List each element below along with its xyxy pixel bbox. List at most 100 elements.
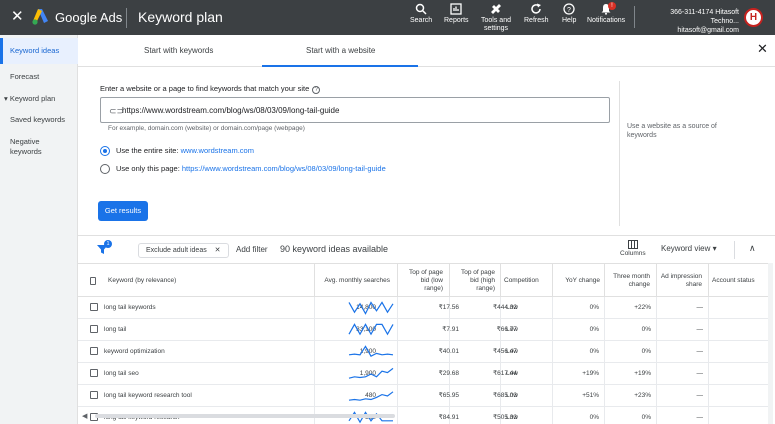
header-bid-low[interactable]: Top of page bid (low range) bbox=[397, 264, 447, 298]
header-account-status[interactable]: Account status bbox=[708, 264, 768, 298]
cell-impression-share: — bbox=[696, 370, 704, 377]
website-url-field[interactable]: ⊂⊃ https://www.wordstream.com/blog/ws/08… bbox=[100, 97, 610, 123]
checkbox-icon bbox=[90, 347, 98, 356]
cell-keyword: long tail keywords bbox=[104, 304, 156, 311]
select-all-checkbox[interactable] bbox=[86, 264, 100, 298]
header-yoy[interactable]: YoY change bbox=[552, 264, 604, 298]
sidebar: Keyword ideas Forecast ▾ Keyword plan Sa… bbox=[0, 35, 78, 424]
header-three-month[interactable]: Three month change bbox=[604, 264, 654, 298]
example-hint: For example, domain.com (website) or dom… bbox=[108, 125, 305, 132]
sidebar-item-keyword-ideas[interactable]: Keyword ideas bbox=[0, 38, 78, 64]
notifications-tool[interactable]: ! Notifications bbox=[587, 2, 626, 25]
chip-label: Exclude adult ideas bbox=[146, 247, 207, 254]
cell-impression-share: — bbox=[696, 326, 704, 333]
option-entire-site[interactable]: Use the entire site: www.wordstream.com bbox=[100, 146, 254, 157]
reports-tool[interactable]: Reports bbox=[444, 3, 469, 25]
horizontal-scrollbar[interactable] bbox=[95, 414, 395, 418]
help-icon[interactable]: ? bbox=[312, 86, 321, 94]
sidebar-item-saved-keywords[interactable]: Saved keywords bbox=[0, 115, 78, 125]
account-email: hitasoft@gmail.com bbox=[677, 27, 739, 34]
option-page-value: https://www.wordstream.com/blog/ws/08/03… bbox=[181, 164, 386, 173]
column-divider bbox=[708, 341, 709, 363]
side-divider bbox=[619, 81, 620, 226]
table-row[interactable]: long tail keywords 14,800 ₹17.56 ₹444.32 Low… bbox=[78, 297, 768, 319]
reports-icon bbox=[450, 3, 462, 15]
notification-badge: ! bbox=[608, 2, 616, 10]
chip-close-icon[interactable]: ✕ bbox=[215, 247, 221, 254]
header-searches[interactable]: Avg. monthly searches bbox=[314, 264, 394, 298]
vertical-scrollbar[interactable] bbox=[768, 263, 773, 424]
svg-text:?: ? bbox=[567, 7, 571, 14]
sidebar-item-forecast[interactable]: Forecast bbox=[0, 72, 78, 82]
row-checkbox[interactable] bbox=[90, 297, 98, 319]
trend-sparkline bbox=[348, 345, 394, 357]
app-name: Google Ads bbox=[55, 10, 123, 25]
filter-divider bbox=[734, 241, 735, 259]
checkbox-icon bbox=[90, 391, 98, 400]
header-bid-high[interactable]: Top of page bid (high range) bbox=[449, 264, 499, 298]
help-tool-label: Help bbox=[562, 17, 577, 24]
collapse-icon[interactable]: ∧ bbox=[749, 243, 756, 254]
exclude-adult-chip[interactable]: Exclude adult ideas ✕ bbox=[138, 243, 229, 258]
website-intro: Enter a website or a page to find keywor… bbox=[100, 84, 321, 94]
header-impression-share[interactable]: Ad impression share bbox=[656, 264, 706, 298]
checkbox-icon bbox=[90, 369, 98, 378]
account-info[interactable]: 366-311-4174 Hitasoft Techno... hitasoft… bbox=[642, 8, 739, 35]
header-keyword[interactable]: Keyword (by relevance) bbox=[104, 264, 314, 298]
tab-start-with-keywords[interactable]: Start with keywords bbox=[144, 46, 213, 55]
table-row[interactable]: long tail keyword research tool 480 ₹65.95… bbox=[78, 385, 768, 407]
avatar[interactable]: H bbox=[744, 8, 763, 27]
trend-line bbox=[348, 367, 394, 379]
cell-impression-share: — bbox=[696, 392, 704, 399]
column-divider bbox=[708, 363, 709, 385]
table-row[interactable]: long tail 33,100 ₹7.91 ₹66.77 Low 0% 0% — bbox=[78, 319, 768, 341]
refresh-tool-label: Refresh bbox=[524, 17, 549, 24]
cell-keyword: long tail seo bbox=[104, 370, 139, 377]
cell-impression-share: — bbox=[696, 414, 704, 421]
scroll-left-icon[interactable]: ◀ bbox=[82, 412, 87, 420]
sidebar-item-keyword-plan[interactable]: ▾ Keyword plan bbox=[0, 94, 78, 104]
checkbox-icon bbox=[90, 303, 98, 312]
column-divider bbox=[708, 319, 709, 341]
keyword-view-label: Keyword view bbox=[661, 244, 711, 253]
notifications-tool-label: Notifications bbox=[587, 17, 626, 24]
get-results-button[interactable]: Get results bbox=[98, 201, 148, 221]
close-icon[interactable]: ✕ bbox=[11, 9, 24, 24]
cell-keyword: long tail keyword research tool bbox=[104, 392, 192, 399]
columns-button[interactable]: Columns bbox=[620, 240, 646, 257]
trend-line bbox=[348, 301, 394, 315]
ideas-count: 90 keyword ideas available bbox=[280, 244, 389, 254]
row-checkbox[interactable] bbox=[90, 341, 98, 363]
trend-line bbox=[348, 391, 394, 401]
tools-settings-tool[interactable]: Tools and settings bbox=[478, 3, 514, 33]
table-row[interactable]: long tail seo 1,900 ₹29.68 ₹617.44 Low +19% +1… bbox=[78, 363, 768, 385]
columns-icon bbox=[627, 240, 638, 249]
option-site-value: www.wordstream.com bbox=[180, 146, 254, 155]
radio-unselected-icon[interactable] bbox=[100, 164, 110, 175]
side-hint: Use a website as a source of keywords bbox=[627, 123, 717, 139]
tools-settings-label: Tools and settings bbox=[481, 17, 511, 32]
row-checkbox[interactable] bbox=[90, 385, 98, 407]
option-this-page[interactable]: Use only this page: https://www.wordstre… bbox=[100, 164, 386, 175]
row-checkbox[interactable] bbox=[90, 319, 98, 341]
checkbox-icon bbox=[90, 325, 98, 334]
table-header: Keyword (by relevance) Avg. monthly sear… bbox=[78, 263, 768, 298]
refresh-tool[interactable]: Refresh bbox=[524, 3, 549, 25]
add-filter-button[interactable]: Add filter bbox=[236, 245, 268, 254]
header-competition[interactable]: Competition bbox=[500, 264, 550, 298]
keyword-view-dropdown[interactable]: Keyword view ▾ bbox=[661, 244, 717, 253]
active-tab-indicator bbox=[262, 65, 418, 67]
table-row[interactable]: keyword optimization 1,900 ₹40.01 ₹456.47 Lo… bbox=[78, 341, 768, 363]
close-panel-icon[interactable]: ✕ bbox=[757, 42, 768, 55]
columns-label: Columns bbox=[620, 250, 646, 257]
header-divider bbox=[126, 8, 127, 28]
help-tool[interactable]: ? Help bbox=[562, 3, 576, 25]
trend-sparkline bbox=[348, 301, 394, 315]
tab-start-with-website[interactable]: Start with a website bbox=[306, 46, 375, 55]
row-checkbox[interactable] bbox=[90, 363, 98, 385]
search-tool[interactable]: Search bbox=[410, 3, 432, 25]
radio-selected-icon[interactable] bbox=[100, 146, 110, 157]
sidebar-item-negative-keywords[interactable]: Negative keywords bbox=[0, 137, 60, 157]
help-icon: ? bbox=[563, 3, 575, 15]
option-page-label: Use only this page: bbox=[116, 164, 180, 173]
